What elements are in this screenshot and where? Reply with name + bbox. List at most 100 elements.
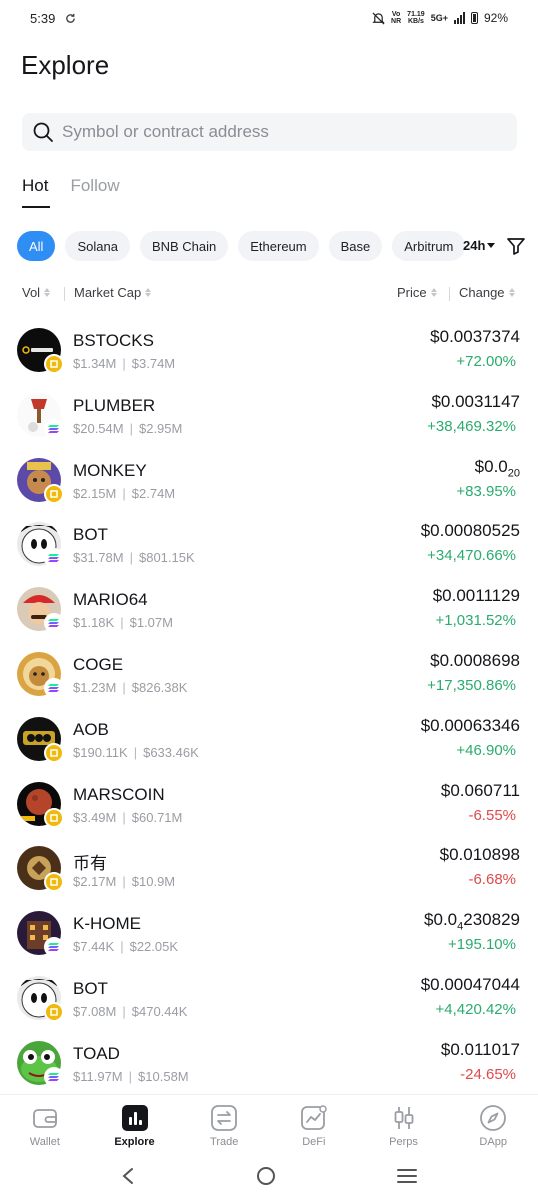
token-change: +195.10%	[448, 936, 516, 954]
token-row[interactable]: BOT $31.78M | $801.15K $0.00080525 +34,470…	[0, 512, 538, 577]
timeframe-selector[interactable]: 24h	[463, 238, 496, 253]
home-button[interactable]	[256, 1166, 276, 1191]
header-divider	[449, 287, 450, 301]
solana-chain-badge-icon	[44, 1066, 64, 1087]
back-chevron-icon	[122, 1167, 133, 1184]
token-change: +83.95%	[456, 482, 516, 500]
tab-follow[interactable]: Follow	[70, 176, 119, 208]
token-meta: $20.54M | $2.95M	[73, 420, 183, 436]
chip-bnb-chain[interactable]: BNB Chain	[139, 231, 229, 261]
token-change: +17,350.86%	[427, 676, 516, 694]
wallet-icon	[32, 1109, 57, 1128]
token-market-cap: $633.46K	[143, 744, 199, 760]
page-title: Explore	[21, 50, 110, 80]
token-price: $0.0011129	[432, 586, 520, 606]
search-icon	[33, 122, 53, 142]
token-change: +38,469.32%	[427, 417, 516, 435]
sort-vol-label: Vol	[22, 285, 41, 300]
volte-indicator: Vo NR	[391, 11, 402, 25]
token-row[interactable]: PLUMBER $20.54M | $2.95M $0.0031147 +38,46…	[0, 383, 538, 448]
token-row[interactable]: K-HOME $7.44K | $22.05K $0.04230829 +195.1…	[0, 901, 538, 966]
token-row[interactable]: MARIO64 $1.18K | $1.07M $0.0011129 +1,031.…	[0, 577, 538, 642]
token-row[interactable]: 币有 $2.17M | $10.9M $0.010898 -6.68%	[0, 836, 538, 901]
battery-level: 92%	[483, 11, 508, 25]
network-speed: 71.19 KB/s	[407, 11, 425, 25]
token-price: $0.011017	[440, 1039, 520, 1059]
token-row[interactable]: TOAD $11.97M | $10.58M $0.011017 -24.65%	[0, 1031, 538, 1096]
token-market-cap: $10.9M	[131, 874, 176, 890]
token-row[interactable]: AOB $190.11K | $633.46K $0.00063346 +46.90…	[0, 707, 538, 772]
sort-price[interactable]: Price	[397, 285, 437, 300]
token-volume: $3.49M	[73, 809, 117, 825]
tab-hot[interactable]: Hot	[22, 176, 51, 208]
token-row[interactable]: MONKEY $2.15M | $2.74M $0.020 +83.95%	[0, 448, 538, 513]
caret-down-icon	[487, 242, 496, 248]
token-price: $0.0031147	[431, 391, 520, 411]
token-market-cap: $10.58M	[138, 1068, 189, 1084]
nav-trade[interactable]: Trade	[179, 1095, 269, 1156]
token-symbol: BOT	[73, 525, 108, 545]
token-price-main: $0.0	[474, 456, 508, 476]
token-meta: $11.97M | $10.58M	[73, 1068, 189, 1084]
status-right: Vo NR 71.19 KB/s 5G+ 92%	[372, 11, 508, 25]
bnb-chain-badge-icon	[44, 1001, 64, 1022]
recents-button[interactable]	[397, 1168, 418, 1189]
solana-chain-badge-icon	[44, 613, 64, 634]
token-symbol: TOAD	[73, 1043, 120, 1063]
search-input[interactable]	[62, 122, 482, 142]
nav-defi[interactable]: DeFi	[269, 1095, 359, 1156]
defi-icon	[300, 1105, 327, 1130]
token-price: $0.0008698	[430, 650, 520, 670]
token-market-cap: $2.95M	[138, 420, 183, 436]
token-market-cap: $3.74M	[131, 356, 176, 371]
sort-change[interactable]: Change	[459, 285, 515, 300]
token-change: -6.68%	[468, 871, 516, 889]
status-left: 5:39	[30, 11, 76, 26]
chip-solana[interactable]: Solana	[65, 231, 130, 261]
search-bar[interactable]	[22, 113, 517, 151]
nav-wallet-label: Wallet	[29, 1136, 60, 1148]
timeframe-label: 24h	[463, 238, 486, 253]
token-price: $0.00080525	[420, 521, 520, 541]
chip-all[interactable]: All	[17, 231, 56, 261]
token-market-cap: $801.15K	[138, 550, 195, 566]
token-meta: $31.78M | $801.15K	[73, 550, 195, 566]
token-change: +4,420.42%	[435, 1000, 517, 1018]
perps-icon	[394, 1107, 413, 1129]
chip-ethereum[interactable]: Ethereum	[238, 231, 319, 261]
token-row[interactable]: BOT $7.08M | $470.44K $0.00047044 +4,420.4…	[0, 966, 538, 1031]
token-volume: $7.08M	[73, 1003, 117, 1019]
solana-chain-badge-icon	[44, 937, 64, 958]
solana-chain-badge-icon	[44, 677, 64, 698]
token-market-cap: $470.44K	[131, 1003, 188, 1019]
token-symbol: BSTOCKS	[73, 331, 154, 350]
token-row[interactable]: COGE $1.23M | $826.38K $0.0008698 +17,350.…	[0, 642, 538, 707]
nav-explore[interactable]: Explore	[90, 1095, 180, 1156]
token-row[interactable]: MARSCOIN $3.49M | $60.71M $0.060711 -6.55%	[0, 772, 538, 837]
token-market-cap: $1.07M	[129, 615, 173, 631]
filter-icon[interactable]	[506, 236, 526, 256]
tab-bar: Hot Follow	[22, 176, 120, 208]
sort-market-cap[interactable]: Market Cap	[74, 285, 152, 300]
nav-perps[interactable]: Perps	[359, 1095, 449, 1156]
nav-wallet[interactable]: Wallet	[0, 1095, 90, 1156]
token-market-cap: $2.74M	[131, 485, 176, 501]
bnb-chain-badge-icon	[44, 872, 64, 893]
chip-base[interactable]: Base	[328, 231, 383, 261]
token-volume: $11.97M	[73, 1068, 123, 1084]
signal-icon	[453, 12, 465, 24]
token-price: $0.00063346	[420, 715, 520, 735]
token-change: +1,031.52%	[435, 612, 517, 630]
battery-icon	[470, 12, 478, 24]
chip-arbitrum[interactable]: Arbitrum	[392, 231, 466, 261]
back-button[interactable]	[121, 1167, 135, 1190]
token-row[interactable]: BSTOCKS $1.34M | $3.74M $0.0037374 +72.00%	[0, 318, 538, 383]
token-volume: $1.18K	[73, 615, 115, 631]
sort-arrows-icon	[145, 288, 152, 297]
system-nav-bar	[0, 1156, 538, 1200]
token-market-cap: $826.38K	[131, 679, 188, 695]
sort-vol[interactable]: Vol	[22, 285, 51, 300]
token-price: $0.04230829	[424, 910, 520, 932]
nav-dapp[interactable]: DApp	[448, 1095, 538, 1156]
sort-arrows-icon	[44, 288, 51, 297]
